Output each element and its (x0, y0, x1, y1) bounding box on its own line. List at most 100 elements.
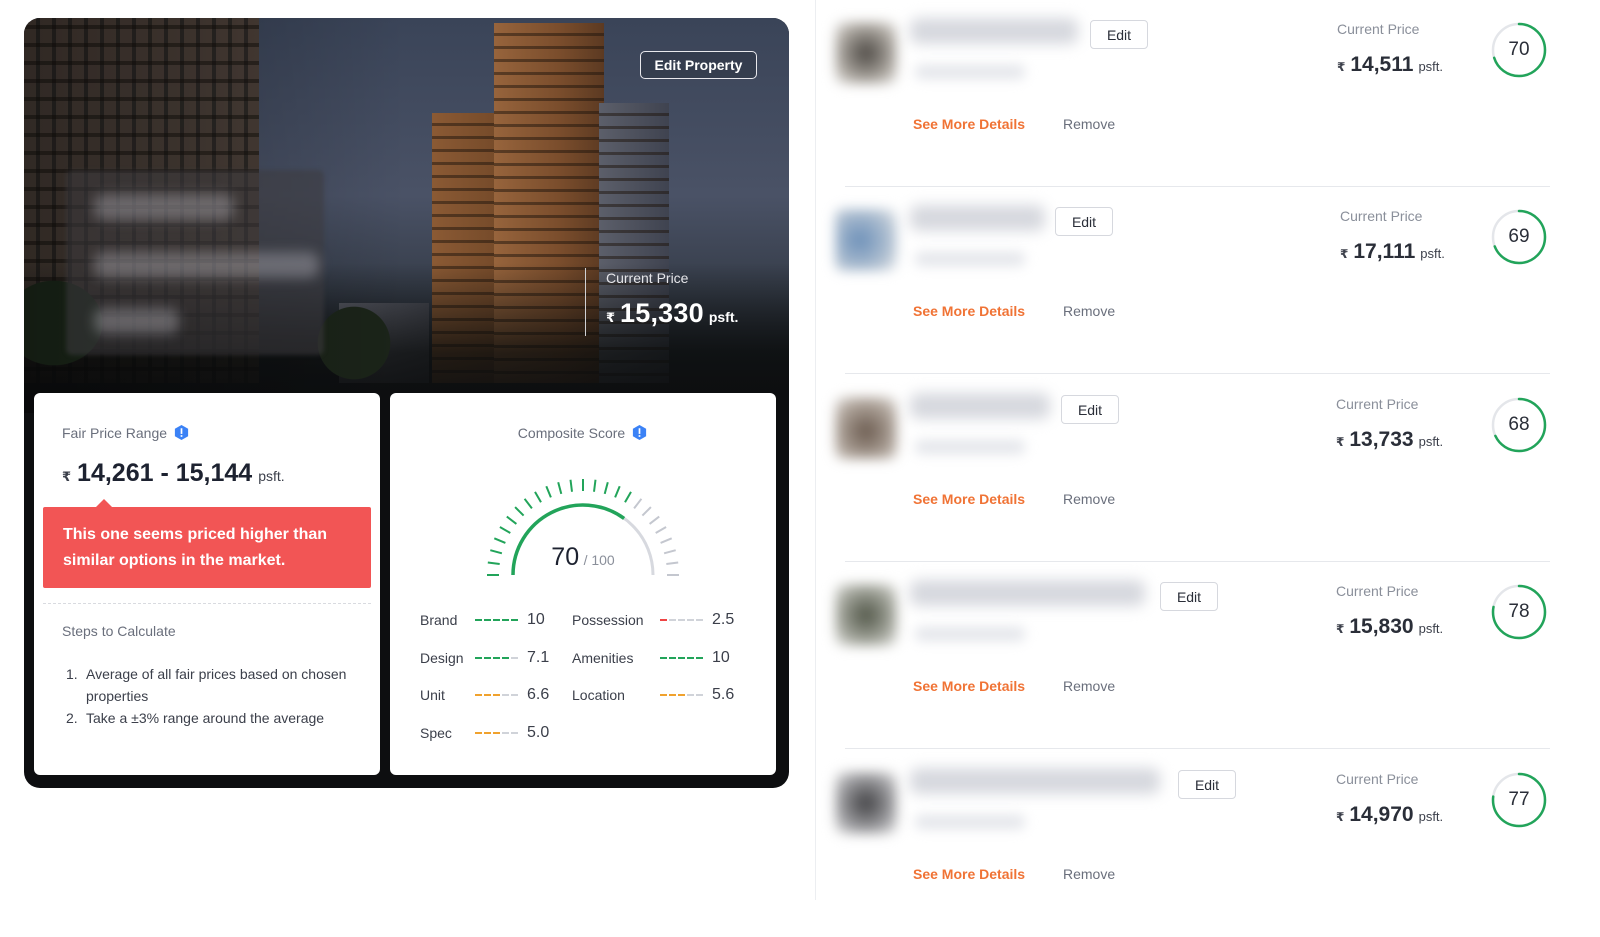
metric-label: Unit (420, 687, 445, 703)
score-ring: 77 (1490, 771, 1548, 829)
divider (43, 603, 371, 604)
steps-title: Steps to Calculate (62, 623, 176, 639)
divider (845, 373, 1550, 374)
step-number: 1. (66, 666, 78, 682)
current-price-label: Current Price (1336, 771, 1419, 787)
property-row: Edit See More Details Remove Current Pri… (835, 562, 1565, 749)
score-number: 70 (551, 543, 580, 571)
gauge-tick (641, 506, 652, 517)
current-price: ₹ 15,830 psft. (1336, 615, 1443, 639)
metric-bar (475, 694, 519, 696)
score-ring: 78 (1490, 583, 1548, 641)
score-ring: 68 (1490, 396, 1548, 454)
score-number: 69 (1508, 226, 1530, 247)
score-value: 70 / 100 (390, 543, 776, 572)
score-number: 70 (1508, 39, 1530, 60)
gauge-tick (506, 515, 518, 525)
gauge-tick (655, 526, 667, 534)
info-icon[interactable] (173, 424, 190, 441)
metric-bar (475, 657, 519, 659)
property-thumbnail[interactable] (835, 584, 897, 646)
metric-bar (660, 657, 704, 659)
gauge-tick (614, 485, 621, 498)
remove-button[interactable]: Remove (1063, 678, 1115, 694)
steps-list: 1. Average of all fair prices based on ch… (66, 663, 361, 729)
property-thumbnail[interactable] (835, 397, 897, 459)
edit-button[interactable]: Edit (1061, 395, 1119, 424)
property-name-redacted (910, 18, 1078, 44)
current-price-label: Current Price (606, 270, 689, 286)
composite-score-panel: Composite Score 70 / 100 Brand 10 Design … (390, 393, 776, 775)
metric-amenities: Amenities 10 (572, 649, 730, 667)
score-ring: 70 (1490, 21, 1548, 79)
gauge-tick (593, 479, 597, 492)
property-row: Edit See More Details Remove Current Pri… (835, 187, 1565, 374)
price-unit: psft. (1418, 621, 1444, 636)
metric-bar (475, 619, 519, 621)
divider (585, 268, 586, 336)
price-value: 17,111 (1353, 240, 1416, 263)
price-value: 15,830 (1349, 615, 1414, 638)
current-price-label: Current Price (1337, 21, 1420, 37)
metric-label: Possession (572, 612, 644, 628)
gauge-tick (557, 482, 563, 495)
metric-possession: Possession 2.5 (572, 611, 734, 629)
metric-design: Design 7.1 (420, 649, 549, 667)
list-item: 1. Average of all fair prices based on ch… (66, 663, 361, 707)
gauge-tick (534, 491, 542, 503)
gauge-tick (569, 479, 573, 492)
price-value: 13,733 (1349, 428, 1414, 451)
currency-symbol: ₹ (606, 310, 616, 325)
property-location-redacted (915, 815, 1025, 829)
score-number: 78 (1508, 601, 1530, 622)
info-icon[interactable] (631, 424, 648, 441)
property-location-redacted (915, 65, 1025, 79)
score-number: 77 (1508, 789, 1530, 810)
edit-button[interactable]: Edit (1178, 770, 1236, 799)
metric-label: Spec (420, 725, 452, 741)
edit-button[interactable]: Edit (1160, 582, 1218, 611)
remove-button[interactable]: Remove (1063, 303, 1115, 319)
see-more-details-link[interactable]: See More Details (913, 116, 1025, 132)
currency-symbol: ₹ (1340, 247, 1349, 261)
edit-property-button[interactable]: Edit Property (640, 51, 757, 79)
metric-label: Location (572, 687, 625, 703)
metric-value: 5.6 (712, 686, 735, 703)
see-more-details-link[interactable]: See More Details (913, 491, 1025, 507)
metric-unit: Unit 6.6 (420, 686, 549, 704)
price-value: 14,970 (1349, 803, 1414, 826)
list-item: 2. Take a ±3% range around the average (66, 707, 361, 729)
property-name-redacted (910, 580, 1145, 606)
gauge-tick (545, 485, 552, 498)
current-price-label: Current Price (1336, 583, 1419, 599)
currency-symbol: ₹ (1337, 60, 1346, 74)
edit-button[interactable]: Edit (1055, 207, 1113, 236)
see-more-details-link[interactable]: See More Details (913, 303, 1025, 319)
metric-value: 7.1 (527, 649, 550, 666)
fair-price-title-row: Fair Price Range (62, 424, 190, 441)
step-text: Take a ±3% range around the average (86, 710, 325, 726)
score-ring: 69 (1490, 208, 1548, 266)
fair-price-value: 14,261 - 15,144 (77, 459, 253, 487)
remove-button[interactable]: Remove (1063, 491, 1115, 507)
currency-symbol: ₹ (1336, 622, 1345, 636)
property-thumbnail[interactable] (835, 772, 897, 834)
gauge-tick (624, 491, 632, 503)
remove-button[interactable]: Remove (1063, 866, 1115, 882)
property-name-redacted (910, 205, 1045, 231)
property-row: Edit See More Details Remove Current Pri… (835, 375, 1565, 562)
see-more-details-link[interactable]: See More Details (913, 866, 1025, 882)
see-more-details-link[interactable]: See More Details (913, 678, 1025, 694)
step-number: 2. (66, 710, 78, 726)
gauge-tick (603, 482, 609, 495)
metric-bar (660, 694, 704, 696)
property-thumbnail[interactable] (835, 22, 897, 84)
property-thumbnail[interactable] (835, 209, 897, 271)
fair-price-range: ₹ 14,261 - 15,144 psft. (62, 459, 285, 488)
gauge-tick (633, 498, 643, 510)
edit-button[interactable]: Edit (1090, 20, 1148, 49)
remove-button[interactable]: Remove (1063, 116, 1115, 132)
current-price: ₹ 15,330 psft. (606, 298, 738, 329)
price-unit: psft. (708, 309, 739, 325)
metric-value: 10 (712, 649, 730, 666)
